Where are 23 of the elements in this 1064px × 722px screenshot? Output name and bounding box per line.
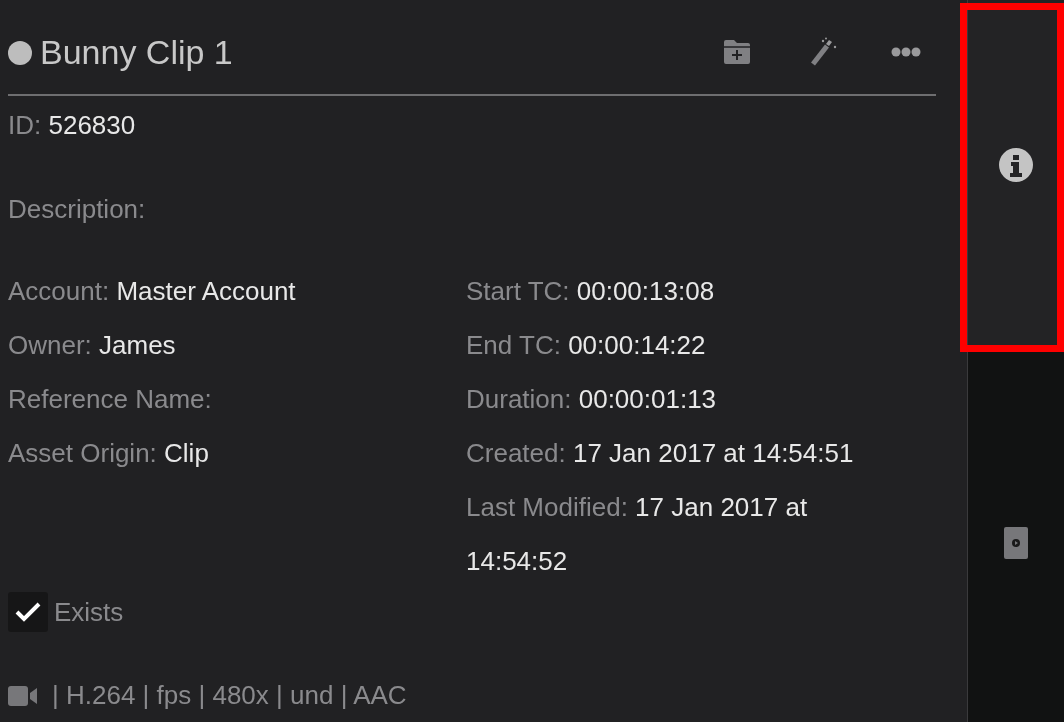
metadata-field: Account: Master Account <box>8 264 466 318</box>
metadata-field: Start TC: 00:00:13:08 <box>466 264 906 318</box>
info-icon <box>999 148 1033 182</box>
more-icon <box>891 47 921 57</box>
media-info: | H.264 | fps | 480x | und | AAC <box>52 679 407 712</box>
metadata-field: End TC: 00:00:14:22 <box>466 318 906 372</box>
magic-wand-icon <box>810 37 838 67</box>
description-label: Description: <box>8 193 147 226</box>
metadata-field: Owner: James <box>8 318 466 372</box>
metadata-field: Reference Name: <box>8 372 466 426</box>
metadata-field: Created: 17 Jan 2017 at 14:54:51 <box>466 426 906 480</box>
exists-checkbox[interactable] <box>8 592 48 632</box>
status-dot-icon <box>8 41 32 65</box>
clip-title: Bunny Clip 1 <box>40 31 233 73</box>
exists-label: Exists <box>54 595 124 629</box>
checkmark-icon <box>15 601 41 623</box>
metadata-field: Asset Origin: Clip <box>8 426 466 480</box>
media-tile-icon <box>1004 527 1028 559</box>
video-camera-icon <box>8 685 38 706</box>
folder-plus-icon <box>723 39 751 65</box>
id-field: ID: 526830 <box>8 96 936 154</box>
metadata-field: Last Modified: 17 Jan 2017 at 14:54:52 <box>466 480 906 588</box>
metadata-field: Duration: 00:00:01:13 <box>466 372 906 426</box>
